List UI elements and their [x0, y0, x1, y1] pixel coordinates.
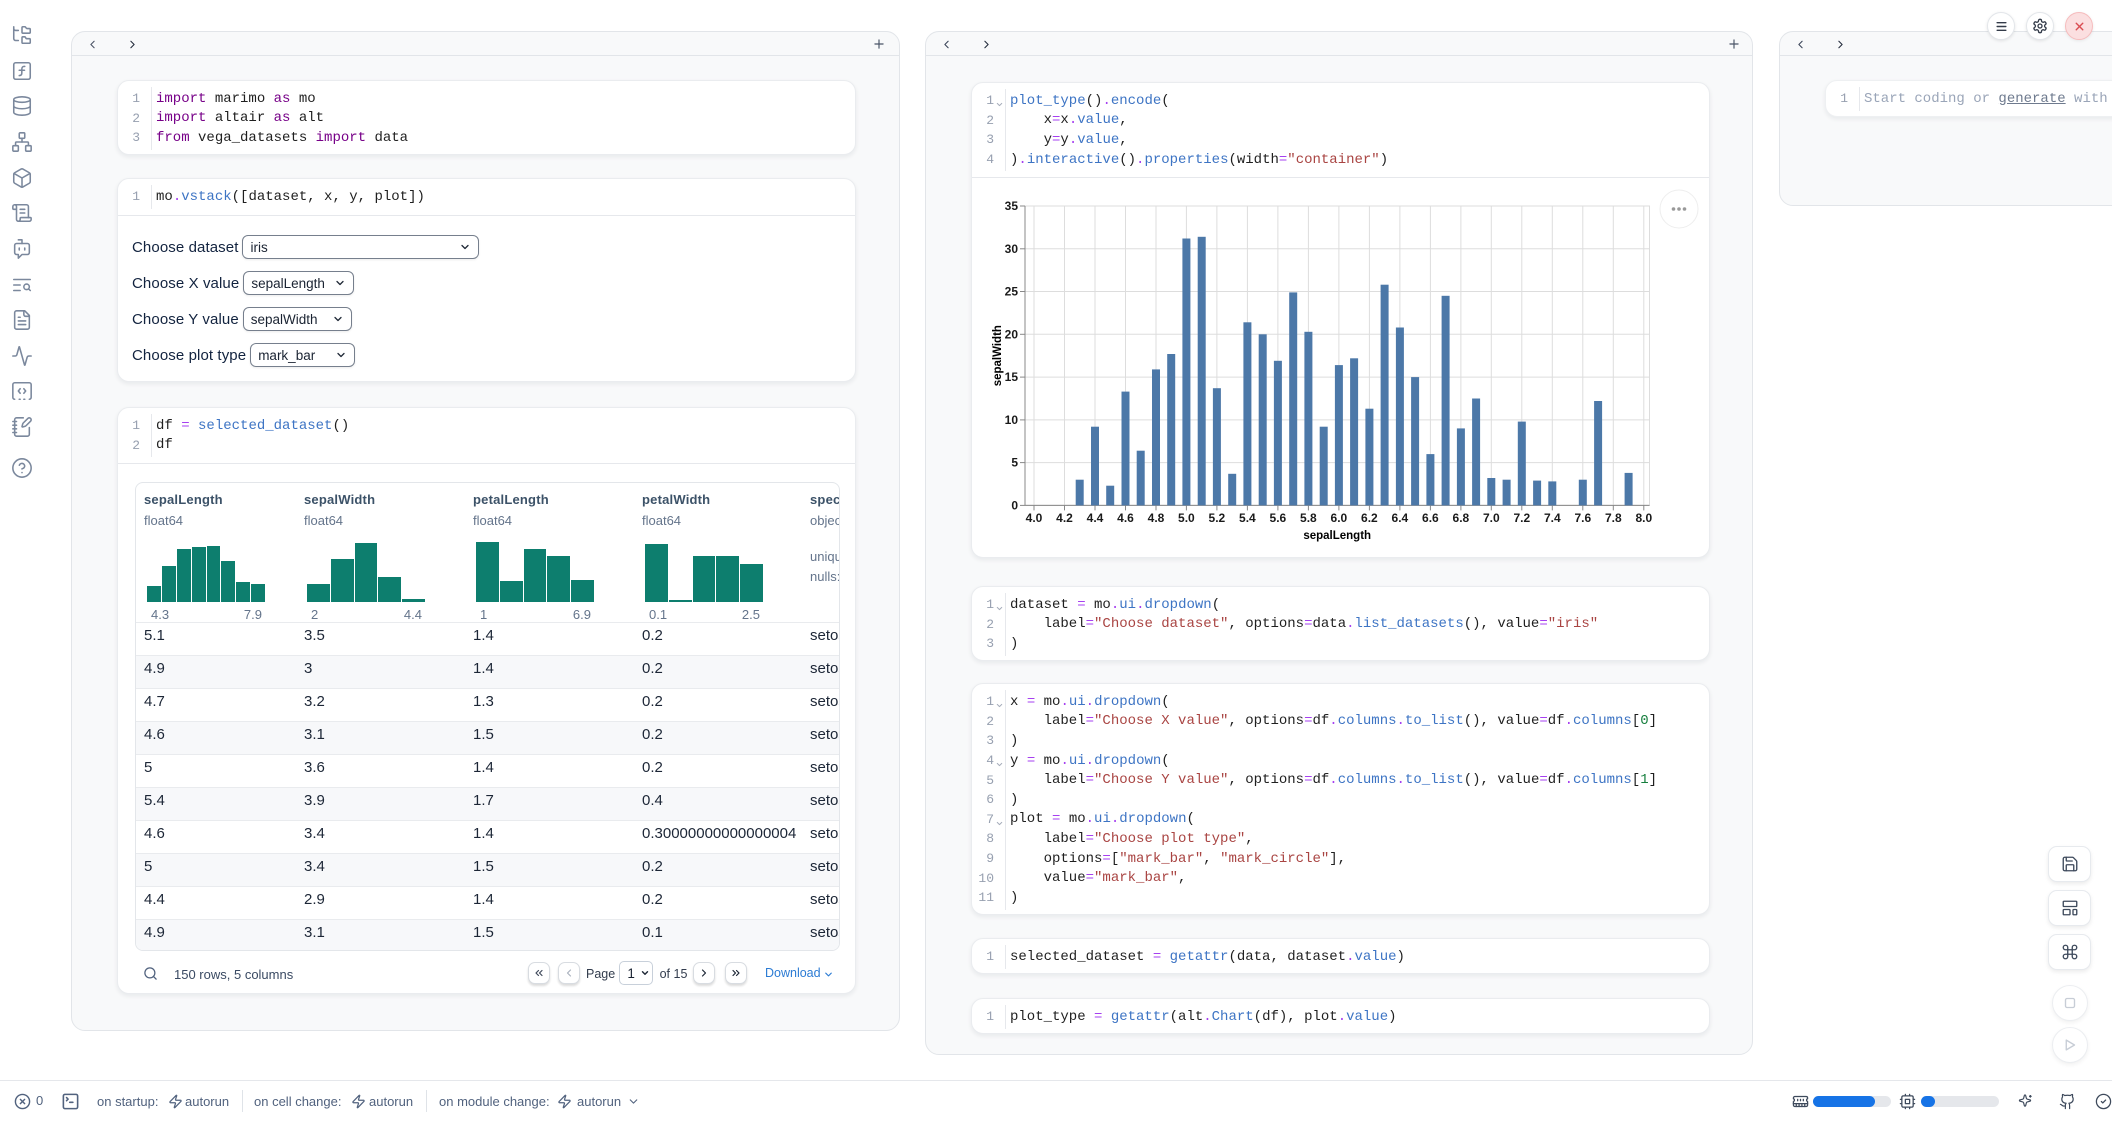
svg-text:sepalLength: sepalLength	[1303, 530, 1371, 542]
svg-text:4.8: 4.8	[1148, 511, 1165, 525]
svg-text:6.2: 6.2	[1361, 511, 1378, 525]
svg-text:6.6: 6.6	[1422, 511, 1439, 525]
svg-text:5.8: 5.8	[1300, 511, 1317, 525]
svg-text:10: 10	[1005, 413, 1019, 427]
svg-text:4.0: 4.0	[1026, 511, 1043, 525]
svg-text:sepalWidth: sepalWidth	[992, 325, 1004, 386]
svg-text:7.8: 7.8	[1605, 511, 1622, 525]
svg-text:7.6: 7.6	[1574, 511, 1591, 525]
svg-text:5.2: 5.2	[1209, 511, 1226, 525]
svg-text:6.0: 6.0	[1331, 511, 1348, 525]
svg-text:25: 25	[1005, 285, 1019, 299]
svg-text:7.2: 7.2	[1513, 511, 1530, 525]
svg-text:5.0: 5.0	[1178, 511, 1195, 525]
svg-text:8.0: 8.0	[1635, 511, 1652, 525]
svg-text:7.0: 7.0	[1483, 511, 1500, 525]
svg-text:15: 15	[1005, 370, 1019, 384]
svg-text:5.6: 5.6	[1270, 511, 1287, 525]
svg-text:7.4: 7.4	[1544, 511, 1561, 525]
svg-text:0: 0	[1011, 498, 1018, 512]
svg-text:4.2: 4.2	[1056, 511, 1073, 525]
svg-text:5: 5	[1011, 456, 1018, 470]
svg-text:6.8: 6.8	[1453, 511, 1470, 525]
svg-text:4.6: 4.6	[1117, 511, 1134, 525]
svg-text:4.4: 4.4	[1087, 511, 1104, 525]
svg-text:35: 35	[1005, 199, 1019, 213]
svg-text:5.4: 5.4	[1239, 511, 1256, 525]
svg-text:20: 20	[1005, 327, 1019, 341]
svg-text:6.4: 6.4	[1392, 511, 1409, 525]
svg-text:30: 30	[1005, 242, 1019, 256]
